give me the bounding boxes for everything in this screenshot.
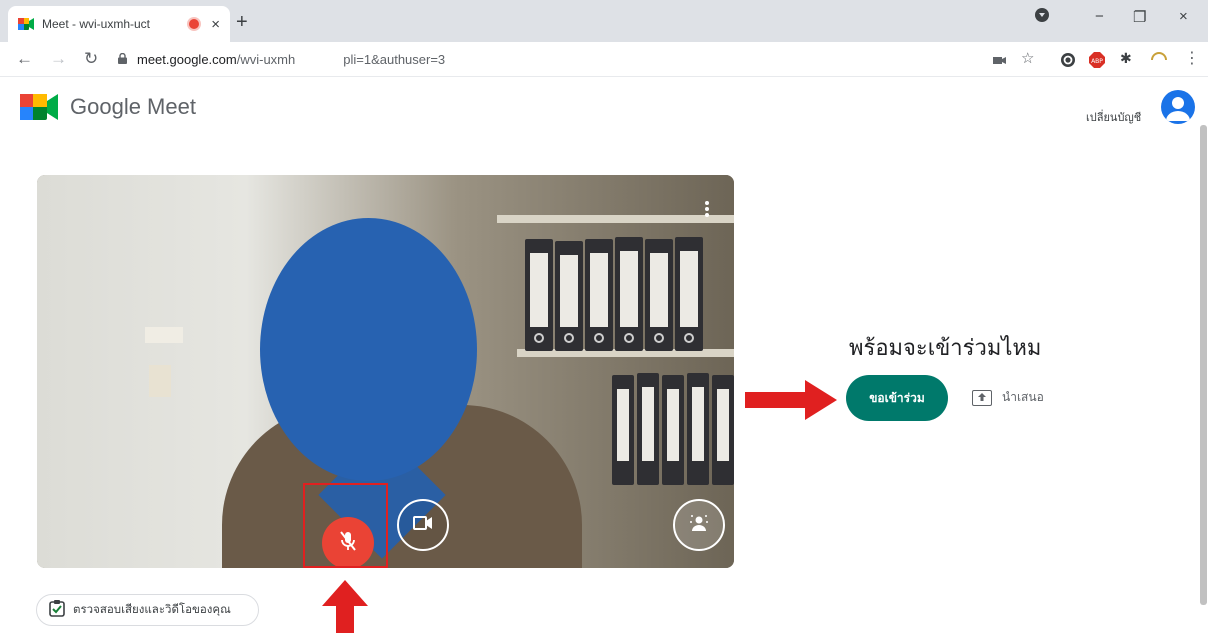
present-button[interactable]: นำเสนอ bbox=[972, 388, 1044, 407]
binder bbox=[645, 239, 673, 351]
meet-logo-icon bbox=[20, 92, 60, 122]
recording-icon bbox=[189, 19, 200, 29]
puzzle-icon[interactable]: ✱ bbox=[1120, 50, 1136, 66]
url-query: pli=1&authuser=3 bbox=[343, 52, 446, 67]
reload-icon[interactable]: ↻ bbox=[84, 49, 98, 69]
tab-strip: Meet - wvi-uxmh-uct × + − ❐ × bbox=[0, 0, 1208, 42]
binder bbox=[555, 241, 583, 351]
more-vert-icon[interactable]: ⋮ bbox=[1184, 48, 1200, 67]
adblock-icon[interactable]: ABP bbox=[1089, 52, 1105, 68]
browser-toolbar: ← → ↻ meet.google.com/wvi-uxmh pli=1&auth… bbox=[0, 42, 1208, 77]
check-av-label: ตรวจสอบเสียงและวิดีโอของคุณ bbox=[73, 604, 231, 616]
restore-button[interactable]: ❐ bbox=[1133, 8, 1146, 26]
binder bbox=[712, 375, 734, 485]
check-audio-video-button[interactable]: ตรวจสอบเสียงและวิดีโอของคุณ bbox=[36, 594, 259, 626]
minimize-button[interactable]: − bbox=[1095, 8, 1104, 25]
ask-to-join-button[interactable]: ขอเข้าร่วม bbox=[846, 375, 948, 421]
binder bbox=[637, 373, 659, 485]
svg-text:ABP: ABP bbox=[1091, 58, 1103, 65]
binder bbox=[675, 237, 703, 351]
ready-heading: พร้อมจะเข้าร่วมไหม bbox=[849, 335, 1042, 360]
meet-brand-title: Google Meet bbox=[70, 94, 196, 119]
present-icon bbox=[972, 389, 992, 406]
meet-favicon bbox=[18, 17, 34, 31]
profile-avatar-icon[interactable] bbox=[1150, 52, 1167, 68]
url-path: /wvi-uxmh bbox=[236, 52, 296, 67]
videocam-icon bbox=[413, 515, 433, 536]
preview-more-icon[interactable] bbox=[705, 201, 709, 217]
binder bbox=[525, 239, 553, 351]
window-close-button[interactable]: × bbox=[1179, 8, 1188, 25]
camera-icon[interactable] bbox=[992, 52, 1008, 68]
browser-tab[interactable]: Meet - wvi-uxmh-uct × bbox=[8, 6, 230, 42]
visual-effects-button[interactable] bbox=[673, 499, 725, 551]
camera-toggle-button[interactable] bbox=[397, 499, 449, 551]
wall-sign bbox=[145, 327, 183, 343]
extension-icon[interactable] bbox=[1060, 52, 1076, 68]
profile-menu-icon[interactable] bbox=[1035, 8, 1049, 26]
new-tab-button[interactable]: + bbox=[236, 11, 248, 34]
url-host: meet.google.com bbox=[137, 52, 237, 67]
annotation-arrow-right bbox=[745, 380, 837, 420]
page-scrollbar[interactable] bbox=[1200, 125, 1207, 605]
present-label: นำเสนอ bbox=[1002, 390, 1044, 404]
binder bbox=[687, 373, 709, 485]
url-text: meet.google.com/wvi-uxmh pli=1&authuser=3 bbox=[137, 52, 445, 67]
address-bar[interactable]: meet.google.com/wvi-uxmh pli=1&authuser=3 bbox=[110, 46, 960, 73]
annotation-highlight-box bbox=[303, 483, 388, 568]
binder bbox=[612, 375, 634, 485]
annotation-arrow-up bbox=[322, 580, 368, 633]
lock-icon bbox=[118, 52, 127, 67]
forward-icon[interactable]: → bbox=[50, 49, 67, 69]
binder bbox=[615, 237, 643, 351]
binder bbox=[662, 375, 684, 485]
face-redaction bbox=[260, 218, 477, 481]
tab-close-icon[interactable]: × bbox=[211, 16, 220, 33]
tab-title: Meet - wvi-uxmh-uct bbox=[42, 17, 151, 31]
avatar[interactable] bbox=[1161, 90, 1195, 124]
back-icon[interactable]: ← bbox=[16, 49, 33, 69]
visual-effects-icon bbox=[689, 513, 709, 538]
binder bbox=[585, 239, 613, 351]
switch-account-link[interactable]: เปลี่ยนบัญชี bbox=[1086, 108, 1141, 126]
meet-header: Google Meet bbox=[20, 92, 196, 122]
wall-switch bbox=[149, 365, 171, 397]
shelf bbox=[497, 215, 734, 223]
check-av-icon bbox=[49, 599, 65, 622]
star-icon[interactable]: ☆ bbox=[1021, 49, 1037, 67]
